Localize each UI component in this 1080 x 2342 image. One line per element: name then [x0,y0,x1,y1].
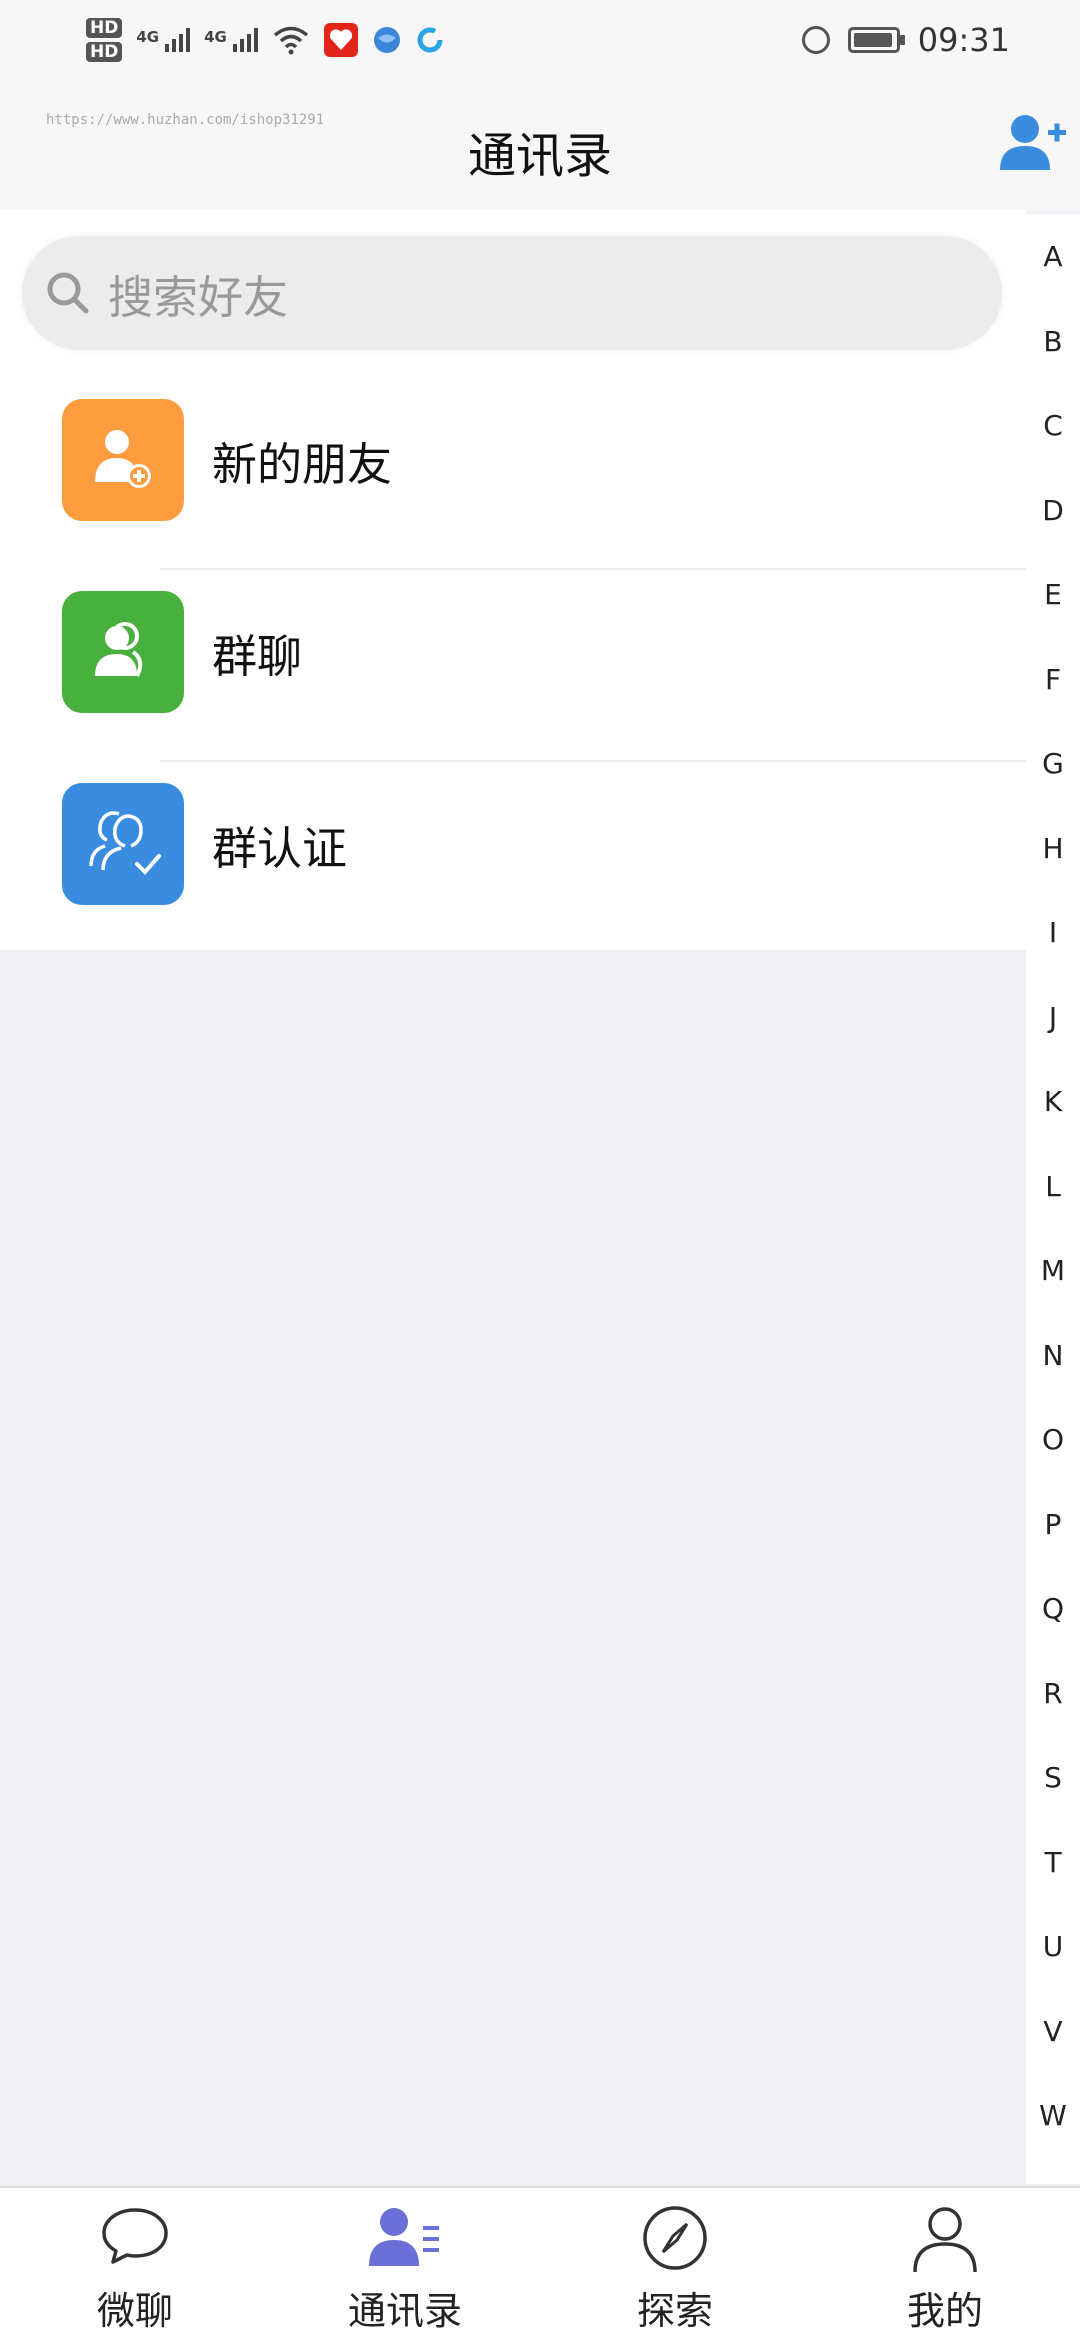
profile-icon [913,2207,977,2273]
group-verify-icon [62,783,184,905]
clock: 09:31 [917,21,1010,59]
alphabet-index-bar[interactable]: ABCDEFGHIJKLMNOPQRSTUVWX [1026,214,1080,2217]
index-letter-s[interactable]: S [1026,1761,1080,1794]
index-letter-p[interactable]: P [1026,1508,1080,1541]
index-letter-j[interactable]: J [1026,1001,1080,1034]
menu-item-label: 新的朋友 [212,437,393,491]
compass-icon [643,2206,707,2270]
tab-contacts[interactable]: 通讯录 [270,2188,540,2342]
page-title: 通讯录 [467,128,612,184]
index-letter-b[interactable]: B [1026,325,1080,358]
index-letter-f[interactable]: F [1026,663,1080,696]
index-letter-u[interactable]: U [1026,1930,1080,1963]
tab-label: 探索 [636,2289,713,2333]
index-letter-a[interactable]: A [1026,240,1080,273]
index-letter-q[interactable]: Q [1026,1592,1080,1625]
wifi-icon [273,26,308,55]
shopping-app-icon [323,23,358,57]
signal-1-icon: 4G [136,28,191,52]
status-icons-right: 09:31 [801,18,1010,62]
signal-2-icon: 4G [204,28,258,52]
status-bar: HD HD 4G 4G 09:31 [0,0,1080,80]
menu-item-label: 群聊 [212,629,303,683]
chat-bubble-icon [102,2208,168,2264]
index-letter-c[interactable]: C [1026,409,1080,442]
index-letter-i[interactable]: I [1026,916,1080,949]
hd-badge-1: HD [86,18,123,38]
nav-header: https://www.huzhan.com/ishop31291 通讯录 [0,80,1080,210]
group-chat-icon [62,591,184,713]
index-letter-n[interactable]: N [1026,1339,1080,1372]
menu-item-label: 群认证 [212,821,348,875]
add-contact-icon [1000,115,1066,170]
search-input[interactable]: 搜索好友 [22,236,1002,350]
tab-label: 微聊 [96,2289,173,2333]
tab-label: 通讯录 [347,2289,462,2333]
sync-app-icon [417,27,443,53]
add-contact-button[interactable] [998,110,1068,174]
menu-item-group-chat[interactable]: 群聊 [0,556,1026,748]
index-letter-r[interactable]: R [1026,1677,1080,1710]
index-letter-t[interactable]: T [1026,1846,1080,1879]
browser-app-icon [373,27,400,53]
tab-label: 我的 [906,2289,983,2333]
index-letter-e[interactable]: E [1026,578,1080,611]
index-letter-h[interactable]: H [1026,832,1080,865]
tab-chat[interactable]: 微聊 [0,2188,270,2342]
index-letter-m[interactable]: M [1026,1254,1080,1287]
index-letter-w[interactable]: W [1026,2099,1080,2132]
index-letter-l[interactable]: L [1026,1170,1080,1203]
menu-item-group-verify[interactable]: 群认证 [0,748,1026,940]
contacts-content: 搜索好友 新的朋友 群聊 群认证 [0,210,1026,950]
search-icon [47,272,89,314]
search-placeholder: 搜索好友 [108,270,289,324]
index-letter-o[interactable]: O [1026,1423,1080,1456]
status-icons-left: HD HD 4G 4G [86,10,444,70]
tab-explore[interactable]: 探索 [540,2188,810,2342]
alarm-icon [801,26,830,54]
bottom-tab-bar: 微聊 通讯录 探索 我的 [0,2186,1080,2342]
tab-profile[interactable]: 我的 [810,2188,1080,2342]
hd-indicators: HD HD [86,18,123,62]
index-letter-g[interactable]: G [1026,747,1080,780]
hd-badge-2: HD [86,42,123,62]
index-letter-d[interactable]: D [1026,494,1080,527]
contacts-icon [369,2208,439,2266]
menu-item-new-friend[interactable]: 新的朋友 [0,364,1026,556]
battery-icon [847,27,905,53]
new-friend-icon [62,399,184,521]
index-letter-k[interactable]: K [1026,1085,1080,1118]
index-letter-v[interactable]: V [1026,2015,1080,2048]
